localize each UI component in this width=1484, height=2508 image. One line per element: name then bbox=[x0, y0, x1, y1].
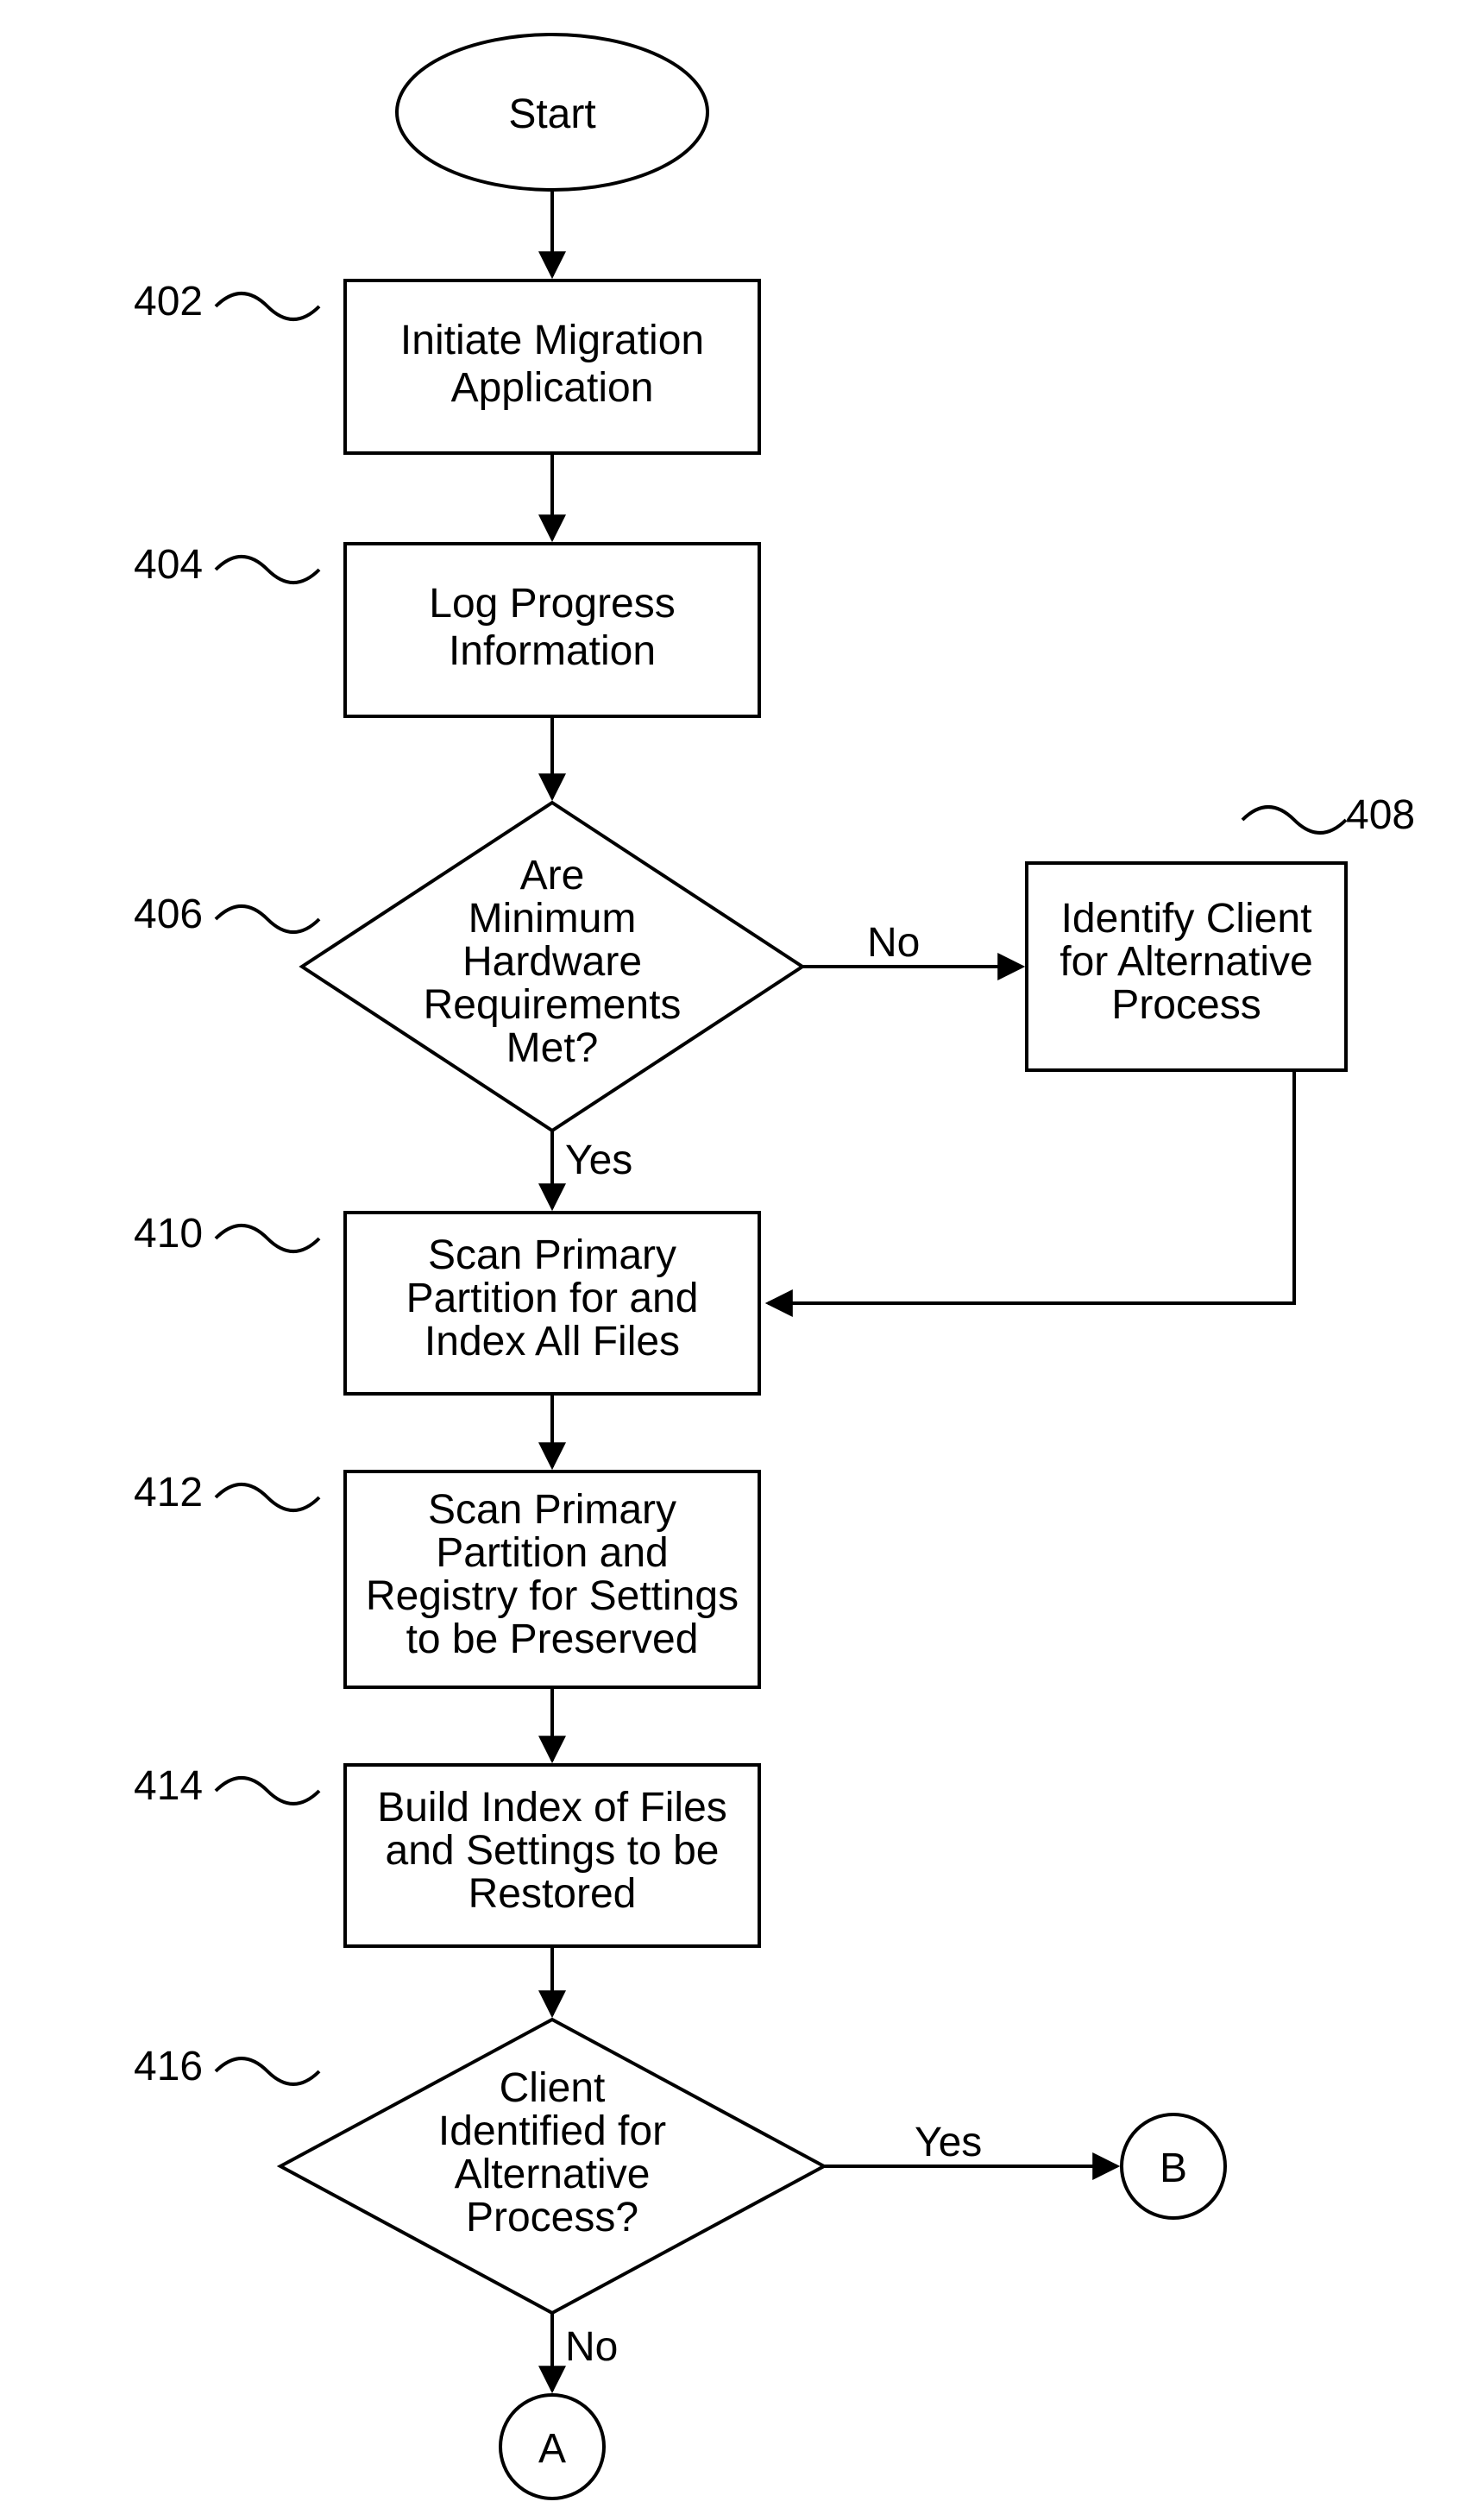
ref-412: 412 bbox=[134, 1470, 203, 1516]
ref-408: 408 bbox=[1346, 792, 1415, 838]
text-408-line3: Process bbox=[1111, 982, 1261, 1028]
ref-414: 414 bbox=[134, 1763, 203, 1809]
label-yes-416: Yes bbox=[915, 2120, 982, 2165]
connector-A-label: A bbox=[538, 2426, 566, 2472]
text-406-line4: Requirements bbox=[424, 982, 682, 1028]
ref-406: 406 bbox=[134, 892, 203, 937]
text-412-line2: Partition and bbox=[436, 1530, 669, 1576]
text-412-line1: Scan Primary bbox=[428, 1487, 676, 1533]
ref-402: 402 bbox=[134, 279, 203, 325]
text-414-line1: Build Index of Files bbox=[377, 1785, 727, 1831]
squiggle-icon bbox=[216, 2058, 319, 2084]
text-406-line2: Minimum bbox=[468, 896, 637, 942]
squiggle-icon bbox=[1242, 807, 1346, 833]
ref-404: 404 bbox=[134, 542, 203, 588]
text-416-line3: Alternative bbox=[455, 2152, 651, 2197]
text-410-line1: Scan Primary bbox=[428, 1232, 676, 1278]
text-416-line1: Client bbox=[500, 2065, 606, 2111]
text-406-line3: Hardware bbox=[462, 939, 642, 985]
text-412-line4: to be Preserved bbox=[406, 1616, 699, 1662]
text-410-line3: Index All Files bbox=[424, 1319, 680, 1364]
label-yes-406: Yes bbox=[565, 1137, 632, 1183]
text-402-line1: Initiate Migration bbox=[400, 318, 704, 363]
squiggle-icon bbox=[216, 557, 319, 583]
squiggle-icon bbox=[216, 1778, 319, 1804]
text-416-line2: Identified for bbox=[438, 2108, 666, 2154]
ref-410: 410 bbox=[134, 1211, 203, 1257]
text-404-line1: Log Progress bbox=[429, 581, 676, 627]
text-406-line5: Met? bbox=[506, 1025, 599, 1071]
text-414-line3: Restored bbox=[468, 1871, 637, 1917]
text-414-line2: and Settings to be bbox=[386, 1828, 720, 1874]
text-402-line2: Application bbox=[451, 365, 654, 411]
text-412-line3: Registry for Settings bbox=[366, 1573, 739, 1619]
text-408-line2: for Alternative bbox=[1060, 939, 1312, 985]
flowchart: Start Initiate Migration Application 402… bbox=[0, 0, 1484, 2508]
text-406-line1: Are bbox=[520, 853, 585, 898]
label-no-416: No bbox=[565, 2324, 618, 2370]
text-410-line2: Partition for and bbox=[406, 1276, 699, 1321]
text-404-line2: Information bbox=[449, 628, 656, 674]
edge-408-410 bbox=[768, 1070, 1294, 1303]
ref-416: 416 bbox=[134, 2044, 203, 2089]
squiggle-icon bbox=[216, 1484, 319, 1510]
label-no-406: No bbox=[867, 920, 920, 966]
connector-B-label: B bbox=[1160, 2146, 1187, 2191]
squiggle-icon bbox=[216, 1226, 319, 1251]
text-416-line4: Process? bbox=[466, 2195, 638, 2240]
text-408-line1: Identify Client bbox=[1061, 896, 1312, 942]
squiggle-icon bbox=[216, 906, 319, 932]
squiggle-icon bbox=[216, 293, 319, 319]
start-label: Start bbox=[508, 91, 595, 137]
